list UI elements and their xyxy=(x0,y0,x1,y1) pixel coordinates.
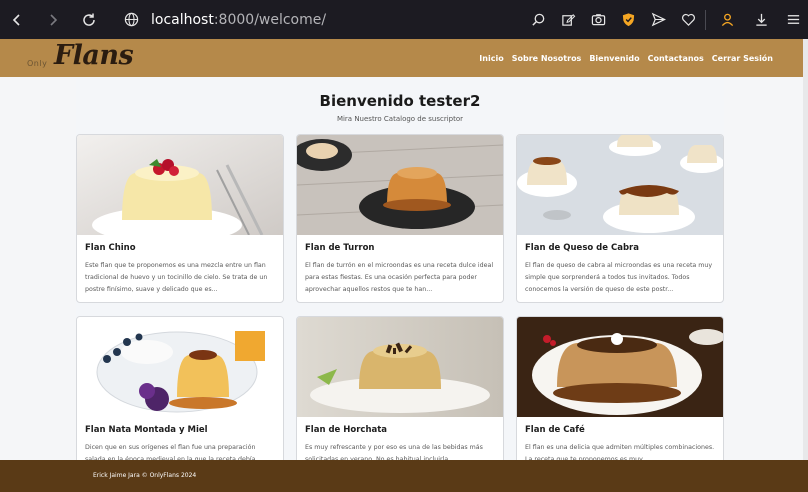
product-card-flan-de-turron[interactable]: Flan de Turron El flan de turrón en el m… xyxy=(296,134,504,303)
card-image xyxy=(77,135,283,235)
product-card-flan-chino[interactable]: Flan Chino Este flan que te proponemos e… xyxy=(76,134,284,303)
reload-icon[interactable] xyxy=(78,9,100,31)
card-image xyxy=(517,317,723,417)
edit-icon[interactable] xyxy=(555,7,581,33)
page-scrollbar[interactable] xyxy=(803,39,808,492)
footer-text: Erick Jaime Jara © OnlyFlans 2024 xyxy=(93,472,197,479)
nav-link-inicio[interactable]: Inicio xyxy=(479,54,503,63)
page-subtitle: Mira Nuestro Catalogo de suscriptor xyxy=(336,115,464,123)
search-page-icon[interactable] xyxy=(525,7,551,33)
card-title: Flan de Café xyxy=(525,425,585,435)
site-navbar: Only Flans Inicio Sobre Nosotros Bienven… xyxy=(0,39,803,77)
nav-link-cerrar-sesion[interactable]: Cerrar Sesión xyxy=(712,54,773,63)
card-title: Flan Chino xyxy=(85,243,136,253)
address-bar[interactable]: localhost:8000/welcome/ xyxy=(114,6,326,34)
card-image xyxy=(297,135,503,235)
camera-icon[interactable] xyxy=(585,7,611,33)
browser-toolbar: localhost:8000/welcome/ xyxy=(0,0,808,39)
page-title: Bienvenido tester2 xyxy=(319,92,481,110)
card-description: El flan de queso de cabra al microondas … xyxy=(525,262,713,293)
main-container: Bienvenido tester2 Mira Nuestro Catalogo… xyxy=(76,78,724,485)
send-icon[interactable] xyxy=(645,7,671,33)
site-footer: Erick Jaime Jara © OnlyFlans 2024 xyxy=(0,460,808,492)
back-icon[interactable] xyxy=(6,9,28,31)
card-title: Flan Nata Montada y Miel xyxy=(85,425,208,435)
url-path: :8000/welcome/ xyxy=(213,11,327,28)
card-title: Flan de Turron xyxy=(305,243,375,253)
card-title: Flan de Horchata xyxy=(305,425,388,435)
nav-link-sobre-nosotros[interactable]: Sobre Nosotros xyxy=(512,54,582,63)
card-description: Este flan que te proponemos es una mezcl… xyxy=(85,262,268,293)
brand-small-text: Only xyxy=(27,59,48,68)
forward-icon[interactable] xyxy=(42,9,64,31)
card-image xyxy=(297,317,503,417)
shield-icon[interactable] xyxy=(615,7,641,33)
download-icon[interactable] xyxy=(748,7,774,33)
card-description: El flan de turrón en el microondas es un… xyxy=(305,262,494,293)
nav-links: Inicio Sobre Nosotros Bienvenido Contact… xyxy=(479,39,773,77)
globe-icon xyxy=(124,12,139,27)
brand-large-text: Flans xyxy=(54,40,134,71)
card-title: Flan de Queso de Cabra xyxy=(525,243,639,253)
menu-icon[interactable] xyxy=(780,7,806,33)
account-icon[interactable] xyxy=(714,7,740,33)
card-image xyxy=(517,135,723,235)
nav-link-contactanos[interactable]: Contactanos xyxy=(648,54,704,63)
product-card-flan-de-queso-de-cabra[interactable]: Flan de Queso de Cabra El flan de queso … xyxy=(516,134,724,303)
nav-link-bienvenido[interactable]: Bienvenido xyxy=(589,54,639,63)
toolbar-divider xyxy=(705,9,706,30)
heart-icon[interactable] xyxy=(675,7,701,33)
brand-logo[interactable]: Only Flans xyxy=(24,39,134,77)
url-host: localhost xyxy=(151,11,214,28)
card-image xyxy=(77,317,283,417)
